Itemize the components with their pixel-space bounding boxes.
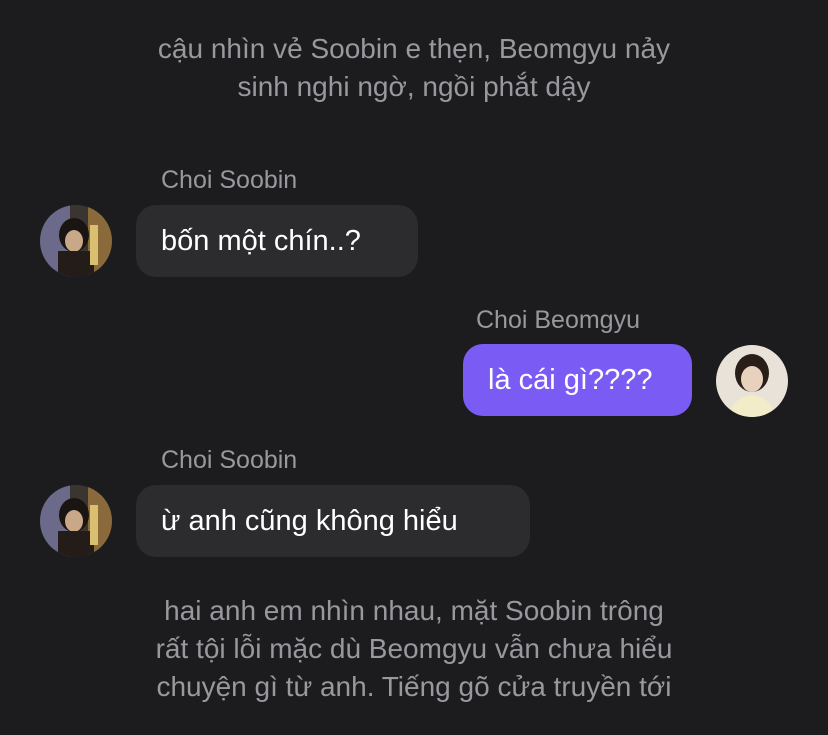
avatar-beomgyu[interactable] [716,345,788,417]
avatar-soobin[interactable] [40,205,112,277]
message-bubble-incoming[interactable]: ừ anh cũng không hiểu [136,485,530,557]
narration-line: rất tội lỗi mặc dù Beomgyu vẫn chưa hiểu [155,633,673,664]
avatar-soobin[interactable] [40,485,112,557]
narration-bottom: hai anh em nhìn nhau, mặt Soobin trông r… [60,592,768,706]
sender-name-soobin: Choi Soobin [161,446,298,474]
narration-line: sinh nghi ngờ, ngồi phắt dậy [237,71,591,102]
sender-name-beomgyu: Choi Beomgyu [476,306,640,334]
narration-line: cậu nhìn vẻ Soobin e thẹn, Beomgyu nảy [157,33,671,64]
message-bubble-incoming[interactable]: bốn một chín..? [136,205,418,277]
narration-line: chuyện gì từ anh. Tiếng gõ cửa truyền tớ… [156,671,672,702]
message-bubble-outgoing[interactable]: là cái gì???? [463,344,692,416]
narration-line: hai anh em nhìn nhau, mặt Soobin trông [164,595,664,626]
narration-top: cậu nhìn vẻ Soobin e thẹn, Beomgyu nảy s… [60,30,768,106]
sender-name-soobin: Choi Soobin [161,166,298,194]
